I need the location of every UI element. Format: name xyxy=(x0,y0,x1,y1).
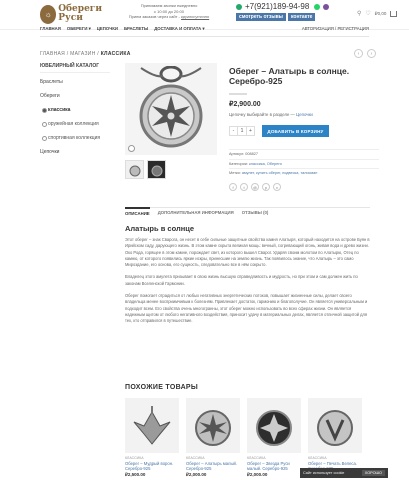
wishlist-icon[interactable]: ♡ xyxy=(365,10,370,17)
site-logo[interactable]: ☼ Обереги Руси xyxy=(40,2,102,26)
description-paragraph: Этот оберег – знак Сварога, он несет в с… xyxy=(125,237,370,268)
sidebar: ЮВЕЛИРНЫЙ КАТАЛОГ Браслеты Обереги класс… xyxy=(40,63,115,163)
sidebar-item-chains[interactable]: Цепочки xyxy=(40,149,115,155)
sidebar-title: ЮВЕЛИРНЫЙ КАТАЛОГ xyxy=(40,63,100,69)
related-card[interactable]: КЛАССИКА Оберег – Печать Велеса. Серебро… xyxy=(308,398,362,478)
cookie-text: Сайт использует cookie xyxy=(303,471,345,475)
related-category: КЛАССИКА xyxy=(247,456,266,460)
chain-note: Цепочку выбирайте в разделе — Цепочки xyxy=(229,112,313,117)
related-price: ₽2,500.00 xyxy=(125,472,146,477)
qty-minus-button[interactable]: - xyxy=(230,127,237,135)
email-icon[interactable]: @ xyxy=(251,183,259,191)
nav-item-amulets[interactable]: ОБЕРЕГИ ▾ xyxy=(67,26,91,34)
qty-plus-button[interactable]: + xyxy=(247,127,254,135)
description-title: Алатырь в солнце xyxy=(125,224,195,233)
veles-amulet-image[interactable] xyxy=(308,398,362,453)
related-name[interactable]: Оберег – Мудрый ворон. Серебро-925 xyxy=(125,461,179,471)
product-tabs: ОПИСАНИЕ ДОПОЛНИТЕЛЬНАЯ ИНФОРМАЦИЯ ОТЗЫВ… xyxy=(125,207,370,216)
thumb-1[interactable] xyxy=(125,160,144,179)
related-title: ПОХОЖИЕ ТОВАРЫ xyxy=(125,384,199,391)
working-hours: Принимаем звонки ежедневно с 10:00 до 20… xyxy=(128,3,210,19)
facebook-icon[interactable]: f xyxy=(229,183,237,191)
tab-description[interactable]: ОПИСАНИЕ xyxy=(125,207,150,216)
related-name[interactable]: Оберег – Звезда Руси малый. Серебро-925 xyxy=(247,461,301,471)
nav-item-chains[interactable]: ЦЕПОЧКИ xyxy=(97,26,118,34)
cookie-notice: Сайт использует cookie ХОРОШО xyxy=(300,468,388,478)
description-body: Этот оберег – знак Сварога, он несет в с… xyxy=(125,237,370,331)
reviews-button[interactable]: смотреть отзывы xyxy=(236,13,286,21)
related-price: ₽2,000.00 xyxy=(186,472,207,477)
viber-icon[interactable] xyxy=(323,3,330,10)
related-card[interactable]: КЛАССИКА Оберег – Алатырь малый. Серебро… xyxy=(186,398,240,478)
product-thumbs xyxy=(125,160,166,179)
cart-icon[interactable] xyxy=(390,10,398,17)
related-card[interactable]: КЛАССИКА Оберег – Мудрый ворон. Серебро-… xyxy=(125,398,179,478)
sidebar-sub-weapon[interactable]: оружейная коллекция xyxy=(40,121,115,127)
logo-emblem-icon: ☼ xyxy=(40,4,57,24)
related-card[interactable]: КЛАССИКА Оберег – Звезда Руси малый. Сер… xyxy=(247,398,301,478)
breadcrumb-shop[interactable]: МАГАЗИН xyxy=(70,51,95,57)
product-title: Оберег – Алатырь в солнце. Серебро-925 xyxy=(229,66,350,86)
vk-icon[interactable]: v xyxy=(273,183,281,191)
nav-account-link[interactable]: АВТОРИЗАЦИЯ / РЕГИСТРАЦИЯ xyxy=(302,26,369,34)
nav-item-home[interactable]: ГЛАВНАЯ xyxy=(40,26,61,34)
contact-block: +7(921)189-94-98 смотреть отзывы контакт… xyxy=(236,2,348,21)
sidebar-item-amulets[interactable]: Обереги xyxy=(40,93,115,99)
pinterest-icon[interactable]: p xyxy=(262,183,270,191)
related-category: КЛАССИКА xyxy=(308,456,327,460)
star-amulet-image[interactable] xyxy=(247,398,301,453)
thumb-2[interactable] xyxy=(147,160,166,179)
qty-input[interactable]: 1 xyxy=(237,127,247,135)
breadcrumb-current[interactable]: КЛАССИКА xyxy=(101,51,131,57)
phone-icon xyxy=(236,3,242,10)
zoom-icon[interactable] xyxy=(128,145,135,152)
nav-item-delivery[interactable]: ДОСТАВКА И ОПЛАТА ▾ xyxy=(154,26,204,34)
related-name[interactable]: Оберег – Алатырь малый. Серебро-925 xyxy=(186,461,240,471)
logo-text: Обереги Руси xyxy=(58,4,102,23)
search-icon[interactable]: ⚲ xyxy=(357,10,361,17)
related-category: КЛАССИКА xyxy=(186,456,205,460)
share-icons: f t @ p v xyxy=(229,183,281,191)
prev-product-icon[interactable]: ‹ xyxy=(354,49,363,58)
sidebar-item-bracelets[interactable]: Браслеты xyxy=(40,79,115,85)
phone-number[interactable]: +7(921)189-94-98 xyxy=(236,2,348,11)
breadcrumb: ГЛАВНАЯ / МАГАЗИН / КЛАССИКА xyxy=(40,51,131,57)
alatyr-amulet-image[interactable] xyxy=(186,398,240,453)
vk-button[interactable]: контакте xyxy=(287,13,316,21)
product-price: ₽2,900.00 xyxy=(229,101,261,108)
description-paragraph: Оберег помогает отрадиться от любых нега… xyxy=(125,293,368,324)
title-divider xyxy=(229,93,247,95)
tab-reviews[interactable]: ОТЗЫВЫ (0) xyxy=(242,210,269,216)
chains-link[interactable]: Цепочки xyxy=(296,112,313,117)
related-products: КЛАССИКА Оберег – Мудрый ворон. Серебро-… xyxy=(125,398,362,478)
tag-links[interactable]: амулет, купить оберег, подвеска, талисма… xyxy=(242,171,317,175)
twitter-icon[interactable]: t xyxy=(240,183,248,191)
sidebar-sub-classic[interactable]: классика xyxy=(40,107,115,113)
breadcrumb-home[interactable]: ГЛАВНАЯ xyxy=(40,51,65,57)
product-pager: ‹ › xyxy=(354,49,376,58)
cookie-accept-button[interactable]: ХОРОШО xyxy=(361,470,385,476)
product-meta: Артикул: 008827 Категории: классика, Обе… xyxy=(229,149,379,178)
main-nav: ГЛАВНАЯ ОБЕРЕГИ ▾ ЦЕПОЧКИ БРАСЛЕТЫ ДОСТА… xyxy=(40,26,369,34)
tab-additional-info[interactable]: ДОПОЛНИТЕЛЬНАЯ ИНФОРМАЦИЯ xyxy=(158,210,234,216)
nav-divider xyxy=(40,36,369,37)
next-product-icon[interactable]: › xyxy=(367,49,376,58)
related-price: ₽2,000.00 xyxy=(247,472,268,477)
amulet-image xyxy=(139,66,203,148)
category-links[interactable]: классика, Обереги xyxy=(249,162,282,166)
description-paragraph: Владелец этого амулета призывает в свою … xyxy=(125,274,358,286)
header-icons: ⚲ ♡ ₽0,00 xyxy=(357,10,398,17)
cart-total[interactable]: ₽0,00 xyxy=(375,11,387,17)
quantity-stepper[interactable]: - 1 + xyxy=(229,126,255,136)
sidebar-sub-sport[interactable]: спортивная коллекция xyxy=(40,135,115,141)
sku-value: 008827 xyxy=(245,152,258,156)
product-image[interactable] xyxy=(125,63,217,155)
related-category: КЛАССИКА xyxy=(125,456,144,460)
add-to-cart-button[interactable]: ДОБАВИТЬ В КОРЗИНУ xyxy=(262,125,329,137)
raven-amulet-image[interactable] xyxy=(125,398,179,453)
nav-item-bracelets[interactable]: БРАСЛЕТЫ xyxy=(124,26,148,34)
whatsapp-icon[interactable] xyxy=(314,3,321,10)
